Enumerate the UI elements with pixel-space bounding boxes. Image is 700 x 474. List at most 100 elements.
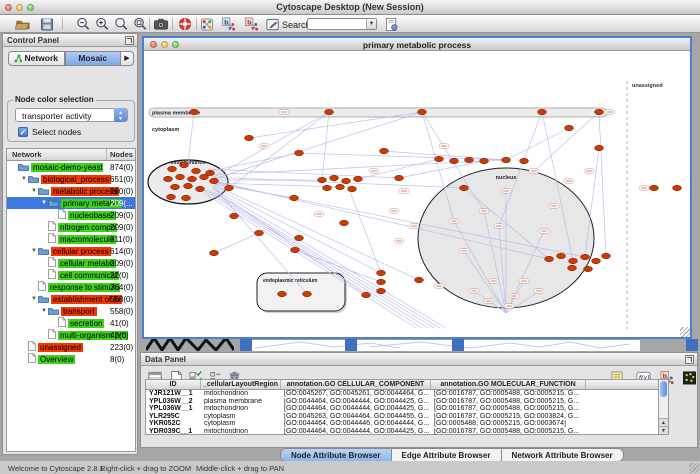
tree-row-establishment-of-lo[interactable]: ▼establishment of lo558(0) (7, 293, 135, 305)
table-row[interactable]: YKR052Ccytoplasm[GO:0044464, GO:0044446,… (146, 420, 668, 428)
tree-row-unassigned[interactable]: unassigned 223(0) (7, 341, 135, 353)
tab-network[interactable]: Network (8, 51, 65, 66)
network-window-titlebar[interactable]: primary metabolic process (144, 38, 690, 51)
snapshot-camera-icon[interactable] (152, 16, 170, 32)
tree-node-label: transport (61, 307, 97, 316)
tab-mosaic[interactable]: Mosaic (65, 51, 122, 66)
app-resize-grip[interactable] (689, 463, 699, 473)
tree-row-biological-process[interactable]: ▼biological_process651(0) (7, 173, 135, 185)
table-row[interactable]: YPL036W__2plasma membrane[GO:0044464, GO… (146, 398, 668, 406)
float-panel-icon[interactable] (125, 36, 134, 45)
graph-node (520, 158, 529, 163)
network-canvas[interactable]: unassignednucleusplasma membranecytoplas… (144, 51, 690, 337)
help-lifesaver-icon[interactable] (176, 16, 194, 32)
node-count: 558(0) (110, 295, 133, 304)
node-count: 280(0) (110, 187, 133, 196)
search-dropdown-arrow[interactable]: ▼ (366, 19, 376, 29)
hidden-window-titlebar[interactable] (240, 339, 252, 351)
zoom-fit-icon[interactable] (131, 16, 149, 32)
tree-row-response-to-stimulu[interactable]: response to stimulu264(0) (7, 281, 135, 293)
tree-row-secretion[interactable]: secretion41(0) (7, 317, 135, 329)
tab-overflow-arrow[interactable]: ▶ (121, 51, 134, 66)
hidden-window-titlebar[interactable] (345, 339, 357, 351)
expand-arrow-icon[interactable]: ▼ (30, 296, 38, 302)
column-header[interactable]: ID (146, 380, 201, 389)
expand-arrow-icon[interactable]: ▼ (40, 200, 48, 206)
tree-row-metabolic-process[interactable]: ▼metabolic process280(0) (7, 185, 135, 197)
window-resize-grip[interactable] (680, 327, 690, 337)
table-cell: [GO:0045263, GO:0044464, GO:0044455, G..… (281, 413, 431, 421)
manage-networks-icon[interactable] (264, 16, 282, 32)
tree-header[interactable]: Network Nodes (7, 149, 135, 161)
tree-column-nodes: Nodes (107, 149, 135, 160)
tree-row-multi-organism-pro[interactable]: multi-organism pro42(0) (7, 329, 135, 341)
table-cell: [GO:0016787, GO:0005488, GO:0005215, G..… (431, 428, 586, 436)
import-network-icon[interactable]: b (220, 16, 238, 32)
tree-node-label: unassigned (38, 343, 83, 352)
tree-row-macromolecule[interactable]: macromolecule311(0) (7, 233, 135, 245)
expand-arrow-icon[interactable]: ▼ (30, 188, 38, 194)
float-panel-icon[interactable] (685, 355, 694, 364)
tree-row-cellular-metabo[interactable]: cellular metabo209(0) (7, 257, 135, 269)
search-options-icon[interactable] (383, 16, 401, 32)
table-cell: [GO:0016787, GO:0005488, GO:0005215, G..… (431, 390, 586, 398)
tree-row-nucleobase-[interactable]: nucleobase-209(0) (7, 209, 135, 221)
tree-row-primary-metabo[interactable]: ▼primary metabo209(... (7, 197, 135, 209)
graph-node (377, 279, 386, 284)
scroll-down-button[interactable]: ▼ (659, 426, 668, 434)
graph-node (348, 186, 357, 191)
graph-edge (229, 112, 329, 188)
node-count: 651(0) (110, 175, 133, 184)
node-color-dropdown[interactable]: transporter activity ▲▼ (15, 108, 128, 122)
table-row[interactable]: YJR121W__1mitochondrion[GO:0045267, GO:0… (146, 390, 668, 398)
tree-row-cellular-process[interactable]: ▼cellular process614(0) (7, 245, 135, 257)
network-overview-icon[interactable] (198, 16, 216, 32)
save-session-icon[interactable] (38, 16, 56, 32)
tree-row-nitrogen-compo[interactable]: nitrogen compo209(0) (7, 221, 135, 233)
network-view-window[interactable]: primary metabolic process unassignednucl… (142, 36, 692, 339)
tab-network-attribute-browser[interactable]: Network Attribute Browser (502, 449, 623, 461)
table-scrollbar[interactable]: ▲ ▼ (658, 379, 669, 435)
file-icon (28, 341, 36, 353)
main-toolbar: Search: ▼ bb (0, 15, 700, 33)
column-header[interactable]: annotation.GO CELLULAR_COMPONENT (281, 380, 431, 389)
node-count: 223(0) (110, 343, 133, 352)
expand-arrow-icon[interactable]: ▼ (20, 176, 28, 182)
status-bar: Welcome to Cytoscape 2.8.1 Right-click +… (0, 461, 700, 474)
expand-arrow-icon[interactable]: ▼ (40, 308, 48, 314)
graph-node (325, 109, 334, 114)
graph-node (182, 195, 191, 200)
zoom-out-icon[interactable] (74, 16, 92, 32)
tree-row-cell-communicat[interactable]: cell communicat22(0) (7, 269, 135, 281)
zoom-selected-icon[interactable] (112, 16, 130, 32)
tab-node-attribute-browser[interactable]: Node Attribute Browser (281, 449, 392, 461)
column-header[interactable]: annotation.GO MOLECULAR_FUNCTION (431, 380, 586, 389)
tree-row-transport[interactable]: ▼transport558(0) (7, 305, 135, 317)
expand-arrow-icon[interactable]: ▼ (30, 248, 38, 254)
import-attributes-icon[interactable]: b (243, 16, 261, 32)
hidden-window-titlebar[interactable] (452, 339, 464, 351)
attribute-table-header[interactable]: ID_cellularLayoutRegionannotation.GO CEL… (146, 380, 668, 390)
tab-edge-attribute-browser[interactable]: Edge Attribute Browser (392, 449, 502, 461)
zoom-in-icon[interactable] (93, 16, 111, 32)
tree-row-mosaic-demo-yeast[interactable]: mosaic-demo-yeast874(0) (7, 161, 135, 173)
scroll-up-button[interactable]: ▲ (659, 418, 668, 426)
graph-node (192, 168, 201, 173)
open-session-icon[interactable] (14, 16, 32, 32)
column-header[interactable]: _cellularLayoutRegion (201, 380, 281, 389)
tree-row-overview[interactable]: Overview8(0) (7, 353, 135, 365)
attribute-table[interactable]: ID_cellularLayoutRegionannotation.GO CEL… (145, 379, 669, 435)
graph-node (602, 253, 611, 258)
attribute-matrix-icon[interactable] (681, 369, 698, 386)
table-row[interactable]: YPL036W__1mitochondrion[GO:0044464, GO:0… (146, 405, 668, 413)
select-nodes-checkbox[interactable]: ✓ (18, 127, 28, 137)
file-icon (48, 221, 56, 233)
network-tree: mosaic-demo-yeast874(0)▼biological_proce… (7, 161, 135, 365)
hidden-window-titlebar[interactable] (686, 339, 698, 351)
node-count: 209(... (110, 199, 133, 208)
scrollbar-thumb[interactable] (660, 381, 667, 397)
table-row[interactable]: YLR295Ccytoplasm[GO:0045263, GO:0044464,… (146, 413, 668, 421)
table-row[interactable]: YDR039C__1mitochondrion[GO:0044464, GO:0… (146, 428, 668, 436)
graph-node (230, 213, 239, 218)
app-titlebar[interactable]: Cytoscape Desktop (New Session) (0, 0, 700, 15)
